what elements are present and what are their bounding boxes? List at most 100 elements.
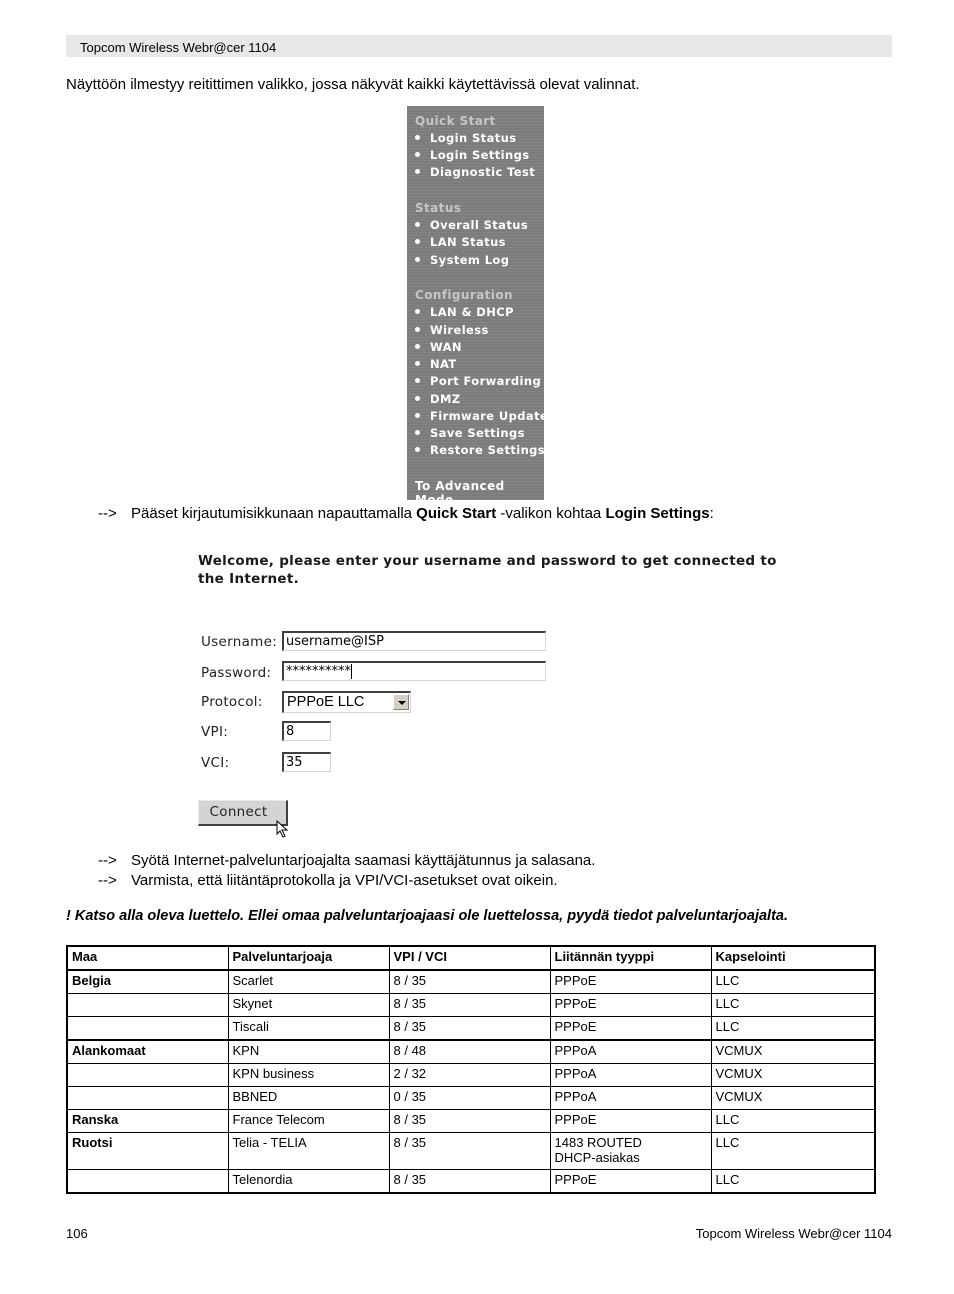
menu-section-configuration: Configuration [415, 288, 513, 302]
cell-country: Ranska [66, 1109, 229, 1133]
cell-vpi-vci: 8 / 35 [388, 1169, 551, 1194]
bullet-icon [415, 327, 420, 332]
menu-item-firmware-update[interactable]: Firmware Update [415, 409, 548, 423]
step-verify-protocol: --> Varmista, että liitäntäprotokolla ja … [98, 872, 558, 889]
cell-country [66, 1086, 229, 1110]
bullet-icon [415, 413, 420, 418]
cell-country: Alankomaat [66, 1039, 229, 1064]
vci-input[interactable]: 35 [282, 752, 331, 772]
table-row: Belgia Scarlet 8 / 35 PPPoE LLC [66, 969, 876, 994]
table-row: KPN business 2 / 32 PPPoA VCMUX [66, 1063, 876, 1087]
page-header: Topcom Wireless Webr@cer 1104 [66, 35, 892, 57]
bullet-icon [415, 344, 420, 349]
bullet-icon [415, 309, 420, 314]
cell-encapsulation: LLC [710, 1132, 876, 1170]
table-row: Ranska France Telecom 8 / 35 PPPoE LLC [66, 1109, 876, 1133]
router-menu: Quick Start Login Status Login Settings … [407, 106, 548, 507]
menu-item-dmz[interactable]: DMZ [415, 392, 461, 406]
menu-item-diagnostic-test[interactable]: Diagnostic Test [415, 165, 535, 179]
menu-item-login-status[interactable]: Login Status [415, 131, 516, 145]
cell-provider: KPN business [227, 1063, 390, 1087]
cell-encapsulation: VCMUX [710, 1063, 876, 1087]
cell-country: Belgia [66, 969, 229, 994]
cell-vpi-vci: 0 / 35 [388, 1086, 551, 1110]
cell-vpi-vci: 8 / 35 [388, 1109, 551, 1133]
arrow-marker: --> [98, 505, 117, 522]
table-row: Ruotsi Telia - TELIA 8 / 35 1483 ROUTED D… [66, 1132, 876, 1170]
page-number: 106 [66, 1226, 88, 1241]
cell-country [66, 1169, 229, 1194]
text-caret [351, 664, 352, 679]
menu-item-lan-dhcp[interactable]: LAN & DHCP [415, 305, 514, 319]
menu-item-nat[interactable]: NAT [415, 357, 457, 371]
bullet-icon [415, 222, 420, 227]
menu-section-quick-start: Quick Start [415, 114, 496, 128]
table-header-row: Maa Palveluntarjoaja VPI / VCI Liitännän… [66, 945, 876, 971]
column-header: Palveluntarjoaja [227, 945, 390, 971]
bullet-icon [415, 361, 420, 366]
column-header: Liitännän tyyppi [549, 945, 712, 971]
username-input[interactable]: username@ISP [282, 631, 546, 651]
footer-title: Topcom Wireless Webr@cer 1104 [695, 1226, 892, 1241]
cell-encapsulation: LLC [710, 1169, 876, 1194]
table-row: BBNED 0 / 35 PPPoA VCMUX [66, 1086, 876, 1110]
cell-type: PPPoA [549, 1086, 712, 1110]
cell-provider: Scarlet [227, 969, 390, 994]
password-input[interactable]: ********** [282, 661, 546, 681]
cell-provider: Tiscali [227, 1016, 390, 1041]
menu-item-system-log[interactable]: System Log [415, 253, 509, 267]
menu-section-status: Status [415, 201, 462, 215]
bullet-icon [415, 152, 420, 157]
menu-item-wan[interactable]: WAN [415, 340, 462, 354]
cell-country: Ruotsi [66, 1132, 229, 1170]
cell-encapsulation: VCMUX [710, 1039, 876, 1064]
bullet-icon [415, 378, 420, 383]
vpi-label: VPI: [201, 724, 229, 740]
table-row: Skynet 8 / 35 PPPoE LLC [66, 993, 876, 1017]
protocol-select[interactable]: PPPoE LLC [282, 691, 411, 713]
bullet-icon [415, 135, 420, 140]
menu-item-wireless[interactable]: Wireless [415, 323, 489, 337]
cell-country [66, 1016, 229, 1041]
protocol-label: Protocol: [201, 694, 263, 710]
menu-item-login-settings[interactable]: Login Settings [415, 148, 529, 162]
cell-vpi-vci: 2 / 32 [388, 1063, 551, 1087]
menu-item-port-forwarding[interactable]: Port Forwarding [415, 374, 541, 388]
password-label: Password: [201, 665, 272, 681]
cell-country [66, 993, 229, 1017]
bullet-icon [415, 257, 420, 262]
cell-type: PPPoE [549, 1109, 712, 1133]
isp-settings-table: Maa Palveluntarjoaja VPI / VCI Liitännän… [66, 945, 876, 1194]
cell-type: PPPoE [549, 1169, 712, 1194]
cell-type: PPPoA [549, 1063, 712, 1087]
cell-provider: Skynet [227, 993, 390, 1017]
cell-type: PPPoE [549, 993, 712, 1017]
cell-vpi-vci: 8 / 35 [388, 993, 551, 1017]
step-enter-credentials: --> Syötä Internet-palveluntarjoajalta sa… [98, 852, 596, 869]
vci-label: VCI: [201, 755, 230, 771]
table-row: Alankomaat KPN 8 / 48 PPPoA VCMUX [66, 1039, 876, 1064]
dropdown-arrow-icon[interactable] [393, 694, 409, 710]
cell-vpi-vci: 8 / 35 [388, 969, 551, 994]
cell-provider: Telia - TELIA [227, 1132, 390, 1170]
column-header: Maa [66, 945, 229, 971]
connect-button[interactable]: Connect [198, 800, 288, 826]
cell-type: PPPoE [549, 969, 712, 994]
bullet-icon [415, 239, 420, 244]
menu-advanced-mode-link[interactable]: To Advanced Mode [415, 479, 544, 507]
bullet-icon [415, 396, 420, 401]
menu-item-save-settings[interactable]: Save Settings [415, 426, 525, 440]
cell-provider: KPN [227, 1039, 390, 1064]
vpi-input[interactable]: 8 [282, 721, 331, 741]
menu-item-restore-settings[interactable]: Restore Settings [415, 443, 545, 457]
username-label: Username: [201, 634, 278, 650]
menu-item-overall-status[interactable]: Overall Status [415, 218, 528, 232]
cell-provider: France Telecom [227, 1109, 390, 1133]
cell-vpi-vci: 8 / 35 [388, 1016, 551, 1041]
arrow-marker: --> [98, 872, 117, 889]
table-row: Telenordia 8 / 35 PPPoE LLC [66, 1169, 876, 1194]
cell-vpi-vci: 8 / 35 [388, 1132, 551, 1170]
menu-item-lan-status[interactable]: LAN Status [415, 235, 506, 249]
cell-encapsulation: LLC [710, 1109, 876, 1133]
bullet-icon [415, 447, 420, 452]
